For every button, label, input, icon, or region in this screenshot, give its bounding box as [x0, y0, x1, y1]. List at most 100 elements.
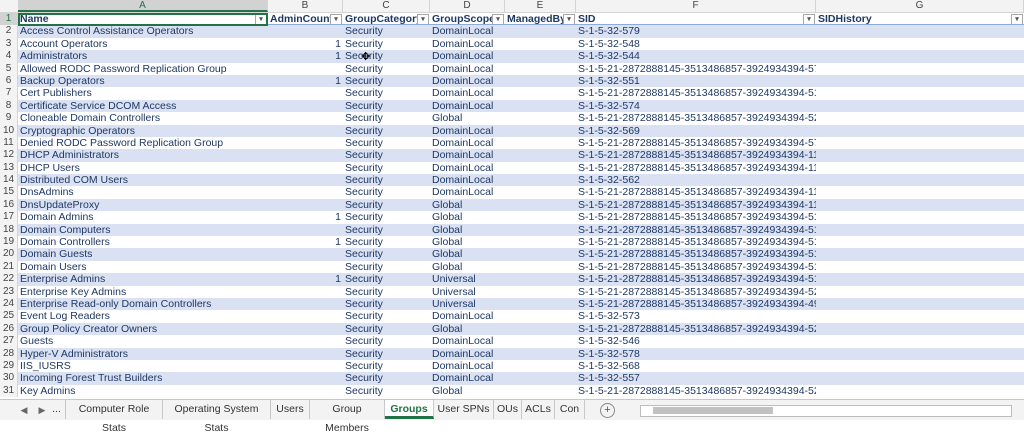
- cell-name[interactable]: Domain Guests: [18, 248, 268, 260]
- cell-groupscope[interactable]: DomainLocal: [430, 174, 505, 186]
- cell-admincount[interactable]: 1: [268, 211, 343, 223]
- cell-sid[interactable]: S-1-5-21-2872888145-3513486857-392493439…: [576, 162, 816, 174]
- cell-sidhistory[interactable]: [816, 335, 1024, 347]
- add-sheet-button[interactable]: +: [600, 403, 615, 418]
- cell-name[interactable]: Incoming Forest Trust Builders: [18, 372, 268, 384]
- cell-managedby[interactable]: [505, 100, 576, 112]
- tab-scroll-prev-icon[interactable]: ◀: [18, 404, 30, 416]
- horizontal-scrollbar[interactable]: [640, 405, 1012, 417]
- cell-groupscope[interactable]: Global: [430, 323, 505, 335]
- filter-dropdown-icon[interactable]: ▾: [330, 14, 342, 25]
- cell-sidhistory[interactable]: [816, 385, 1024, 397]
- cell-managedby[interactable]: [505, 87, 576, 99]
- row-number[interactable]: 25: [0, 310, 18, 323]
- cell-managedby[interactable]: [505, 310, 576, 322]
- row-number[interactable]: 4: [0, 50, 18, 63]
- cell-managedby[interactable]: [505, 137, 576, 149]
- cell-sid[interactable]: S-1-5-21-2872888145-3513486857-392493439…: [576, 261, 816, 273]
- cell-sidhistory[interactable]: [816, 75, 1024, 87]
- row-number[interactable]: 7: [0, 87, 18, 100]
- column-header-d[interactable]: D: [430, 0, 505, 12]
- cell-name[interactable]: Group Policy Creator Owners: [18, 323, 268, 335]
- tab-scroll-next-icon[interactable]: ▶: [36, 404, 48, 416]
- cell-sid[interactable]: S-1-5-21-2872888145-3513486857-392493439…: [576, 87, 816, 99]
- row-number[interactable]: 19: [0, 236, 18, 249]
- cell-groupcategory[interactable]: Security: [343, 75, 430, 87]
- column-header-e[interactable]: E: [505, 0, 576, 12]
- column-title-name[interactable]: Name ▾: [18, 13, 268, 26]
- cell-sidhistory[interactable]: [816, 125, 1024, 137]
- row-number[interactable]: 21: [0, 260, 18, 274]
- cell-admincount[interactable]: [268, 174, 343, 186]
- cell-admincount[interactable]: [268, 149, 343, 161]
- cell-name[interactable]: Domain Admins: [18, 211, 268, 223]
- row-number[interactable]: 3: [0, 37, 18, 51]
- cell-sid[interactable]: S-1-5-32-574: [576, 100, 816, 112]
- cell-name[interactable]: Cloneable Domain Controllers: [18, 112, 268, 124]
- cell-groupscope[interactable]: Global: [430, 112, 505, 124]
- cell-sid[interactable]: S-1-5-32-551: [576, 75, 816, 87]
- tab-operating-system-stats[interactable]: Operating System Stats: [163, 400, 271, 434]
- cell-groupscope[interactable]: Universal: [430, 273, 505, 285]
- cell-sid[interactable]: S-1-5-32-579: [576, 25, 816, 37]
- cell-sidhistory[interactable]: [816, 149, 1024, 161]
- cell-groupscope[interactable]: Global: [430, 261, 505, 273]
- row-number[interactable]: 29: [0, 359, 18, 373]
- cell-admincount[interactable]: [268, 248, 343, 260]
- cell-admincount[interactable]: 1: [268, 75, 343, 87]
- cell-name[interactable]: DnsAdmins: [18, 186, 268, 198]
- cell-groupcategory[interactable]: Security: [343, 335, 430, 347]
- cell-sidhistory[interactable]: [816, 273, 1024, 285]
- cell-sidhistory[interactable]: [816, 348, 1024, 360]
- cell-admincount[interactable]: [268, 199, 343, 211]
- cell-sidhistory[interactable]: [816, 87, 1024, 99]
- cell-admincount[interactable]: [268, 348, 343, 360]
- cell-groupscope[interactable]: DomainLocal: [430, 87, 505, 99]
- cell-groupscope[interactable]: DomainLocal: [430, 25, 505, 37]
- cell-name[interactable]: Allowed RODC Password Replication Group: [18, 63, 268, 75]
- cell-sidhistory[interactable]: [816, 186, 1024, 198]
- row-number[interactable]: 15: [0, 186, 18, 199]
- row-number[interactable]: 5: [0, 62, 18, 75]
- cell-groupscope[interactable]: DomainLocal: [430, 38, 505, 50]
- cell-sid[interactable]: S-1-5-32-569: [576, 125, 816, 137]
- cell-groupcategory[interactable]: Security: [343, 236, 430, 248]
- cell-admincount[interactable]: 1: [268, 236, 343, 248]
- cell-sidhistory[interactable]: [816, 236, 1024, 248]
- cell-admincount[interactable]: [268, 186, 343, 198]
- cell-groupcategory[interactable]: Security: [343, 87, 430, 99]
- cell-sid[interactable]: S-1-5-21-2872888145-3513486857-392493439…: [576, 199, 816, 211]
- cell-groupcategory[interactable]: Security: [343, 137, 430, 149]
- cell-name[interactable]: Domain Controllers: [18, 236, 268, 248]
- column-title-groupscope[interactable]: GroupScope ▾: [430, 13, 505, 26]
- cell-managedby[interactable]: [505, 248, 576, 260]
- cell-groupscope[interactable]: DomainLocal: [430, 335, 505, 347]
- cell-groupscope[interactable]: DomainLocal: [430, 372, 505, 384]
- row-number[interactable]: 13: [0, 161, 18, 175]
- cell-name[interactable]: Key Admins: [18, 385, 268, 397]
- cell-sidhistory[interactable]: [816, 248, 1024, 260]
- cell-sidhistory[interactable]: [816, 298, 1024, 310]
- cell-groupscope[interactable]: Global: [430, 211, 505, 223]
- cell-managedby[interactable]: [505, 25, 576, 37]
- filter-dropdown-icon[interactable]: ▾: [492, 14, 504, 25]
- cell-groupscope[interactable]: DomainLocal: [430, 348, 505, 360]
- cell-managedby[interactable]: [505, 149, 576, 161]
- row-number[interactable]: 11: [0, 136, 18, 150]
- cell-groupscope[interactable]: Global: [430, 248, 505, 260]
- cell-managedby[interactable]: [505, 323, 576, 335]
- cell-groupscope[interactable]: Universal: [430, 286, 505, 298]
- cell-groupcategory[interactable]: Security: [343, 199, 430, 211]
- row-number[interactable]: 23: [0, 285, 18, 298]
- cell-groupcategory[interactable]: Security: [343, 211, 430, 223]
- cell-name[interactable]: Denied RODC Password Replication Group: [18, 137, 268, 149]
- cell-name[interactable]: Domain Computers: [18, 224, 268, 236]
- column-title-groupcategory[interactable]: GroupCategory ▾: [343, 13, 430, 26]
- cell-admincount[interactable]: [268, 335, 343, 347]
- cell-groupscope[interactable]: DomainLocal: [430, 63, 505, 75]
- column-header-g[interactable]: G: [816, 0, 1024, 12]
- cell-managedby[interactable]: [505, 286, 576, 298]
- column-header-a[interactable]: A: [18, 0, 268, 12]
- cell-sid[interactable]: S-1-5-21-2872888145-3513486857-392493439…: [576, 286, 816, 298]
- cell-groupcategory[interactable]: Security: [343, 248, 430, 260]
